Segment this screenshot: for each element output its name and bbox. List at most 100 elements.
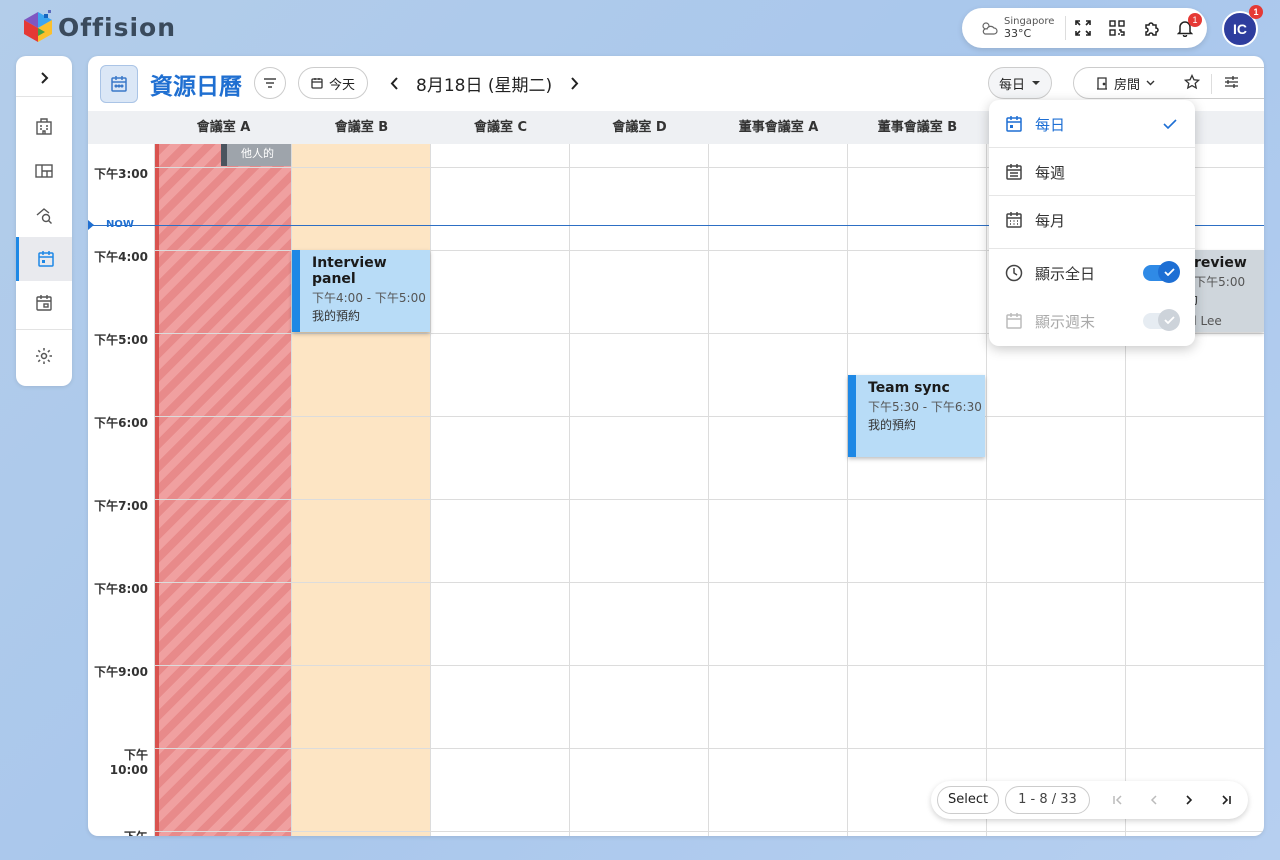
sidebar-item-floorplan[interactable] — [16, 149, 72, 193]
event-time: 下午4:00 - 下午5:00 — [312, 291, 426, 305]
check-icon — [1163, 119, 1177, 129]
time-label: 下午9:00 — [94, 665, 148, 679]
notifications-button[interactable]: 1 — [1168, 11, 1202, 45]
event-title: review — [1194, 255, 1247, 271]
pagination: Select 1 - 8 / 33 — [931, 781, 1248, 819]
view-select[interactable]: 每日 — [988, 67, 1053, 99]
event-time: 下午5:30 - 下午6:30 — [868, 400, 982, 414]
event-title: Team sync — [868, 380, 950, 396]
sidebar-item-search[interactable] — [16, 193, 72, 237]
qr-scan-button[interactable] — [1100, 11, 1134, 45]
menu-item-label: 顯示全日 — [1035, 264, 1096, 283]
weekend-toggle[interactable] — [1143, 309, 1180, 331]
fullscreen-button[interactable] — [1066, 11, 1100, 45]
time-label: 下午5:00 — [94, 333, 148, 347]
first-page-button[interactable] — [1100, 786, 1136, 814]
settings-sliders-button[interactable] — [1224, 75, 1239, 93]
pager-range: 1 - 8 / 33 — [1005, 786, 1090, 814]
cloud-sun-icon — [982, 22, 998, 35]
sidebar-item-building[interactable] — [16, 105, 72, 149]
event-owner: 我的預約 — [312, 309, 361, 323]
today-button[interactable]: 今天 — [298, 67, 369, 99]
chevron-right-icon — [1186, 795, 1193, 805]
chevron-left-icon — [390, 76, 398, 90]
calendar-icon — [111, 76, 127, 92]
time-label: 下午7:00 — [94, 499, 148, 513]
calendar-icon — [1006, 212, 1022, 228]
time-label: 下午8:00 — [94, 582, 148, 596]
calendar-check-icon — [36, 295, 52, 311]
view-select-label: 每日 — [999, 77, 1026, 93]
puzzle-icon — [1144, 21, 1159, 36]
menu-toggle-all-day[interactable]: 顯示全日 — [989, 249, 1195, 297]
resource-select-label: 房間 — [1114, 77, 1141, 93]
time-label: 下午4:00 — [94, 250, 148, 264]
event-title: Interview panel — [312, 255, 387, 287]
filter-icon — [264, 78, 276, 88]
avatar-badge: 1 — [1249, 5, 1263, 19]
blocked-slot — [154, 144, 291, 836]
prev-day-button[interactable] — [383, 70, 405, 96]
menu-item-monthly[interactable]: 每月 — [989, 196, 1195, 244]
time-label: 下午6:00 — [94, 416, 148, 430]
logo-mark-icon — [24, 10, 52, 42]
last-page-icon — [1222, 795, 1231, 805]
star-icon — [1183, 73, 1201, 90]
weather-widget[interactable]: Singapore 33°C — [980, 16, 1066, 40]
menu-item-label: 每週 — [1035, 163, 1066, 182]
event-organizer: el Lee — [1186, 314, 1222, 328]
event-card[interactable]: Interview panel 下午4:00 - 下午5:00 我的預約 — [292, 250, 430, 332]
next-page-button[interactable] — [1172, 786, 1208, 814]
door-icon — [1097, 76, 1107, 90]
now-marker-icon — [88, 220, 94, 230]
user-avatar[interactable]: IC 1 — [1222, 5, 1263, 47]
clock-icon — [1005, 264, 1023, 282]
calendar-view-button[interactable] — [100, 65, 138, 103]
all-day-toggle[interactable] — [1143, 261, 1180, 283]
favorite-button[interactable] — [1183, 73, 1201, 94]
resource-toolbar: 房間 — [1073, 67, 1264, 99]
extensions-button[interactable] — [1134, 11, 1168, 45]
calendar-icon — [1006, 164, 1022, 180]
top-toolbar: Singapore 33°C 1 — [962, 8, 1207, 48]
sidebar-expand-button[interactable] — [16, 56, 72, 100]
menu-item-label: 每月 — [1035, 211, 1066, 230]
calendar-icon — [1006, 313, 1022, 329]
page-title: 資源日曆 — [150, 74, 242, 100]
event-owner: 約 — [1186, 291, 1264, 308]
resource-select[interactable]: 房間 — [1096, 74, 1155, 93]
menu-item-label: 顯示週末 — [1035, 312, 1096, 331]
first-page-icon — [1113, 795, 1122, 805]
menu-item-daily[interactable]: 每日 — [989, 100, 1195, 148]
others-booking-chip[interactable]: 他人的 — [221, 144, 291, 166]
menu-toggle-weekend[interactable]: 顯示週末 — [989, 297, 1195, 345]
chevron-right-icon — [570, 76, 578, 90]
last-page-button[interactable] — [1208, 786, 1244, 814]
weather-temp: 33°C — [1004, 27, 1032, 40]
search-location-icon — [36, 208, 52, 224]
fullscreen-icon — [1075, 20, 1091, 36]
event-time: - 下午5:00 — [1186, 275, 1246, 289]
menu-item-weekly[interactable]: 每週 — [989, 148, 1195, 196]
app-logo[interactable]: Offision — [22, 10, 176, 44]
prev-page-button[interactable] — [1136, 786, 1172, 814]
calendar-icon — [37, 251, 54, 267]
avatar-initials: IC — [1233, 21, 1247, 37]
check-icon — [1163, 316, 1175, 324]
sidebar-item-settings[interactable] — [16, 334, 72, 378]
pager-select-button[interactable]: Select — [937, 786, 1000, 814]
selected-column-highlight — [291, 144, 430, 836]
current-date: 8月18日 (星期二) — [416, 76, 553, 96]
column-header: 董事會議室 B — [877, 120, 958, 135]
sidebar-item-booking[interactable] — [16, 281, 72, 325]
next-day-button[interactable] — [563, 70, 585, 96]
sidebar — [16, 56, 72, 386]
filter-button[interactable] — [254, 67, 286, 99]
sidebar-item-calendar[interactable] — [16, 237, 72, 281]
event-card[interactable]: Team sync 下午5:30 - 下午6:30 我的預約 — [848, 375, 985, 457]
toggle-knob — [1158, 261, 1180, 283]
time-label: 下午11:00 — [88, 828, 148, 836]
app-name: Offision — [58, 12, 176, 42]
caret-down-icon — [1032, 81, 1041, 85]
chevron-down-icon — [1146, 80, 1155, 86]
